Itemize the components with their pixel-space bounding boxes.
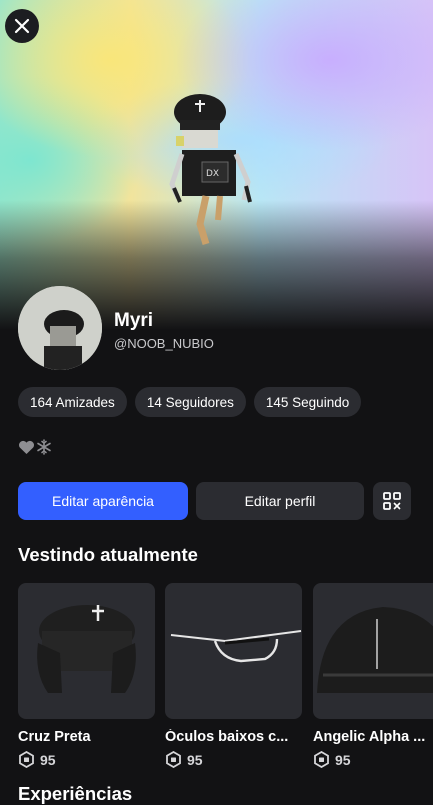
qr-code-icon	[383, 492, 401, 510]
item-name: Angelic Alpha ...	[313, 729, 426, 745]
avatar-headshot-image	[18, 286, 102, 370]
robux-icon	[166, 751, 181, 768]
item-thumbnail	[165, 583, 302, 719]
item-price-value: 95	[335, 751, 351, 768]
item-price-value: 95	[187, 751, 203, 768]
wearing-item[interactable]: Cruz Preta 95	[18, 583, 155, 768]
wearing-item[interactable]: Óculos baixos c... 95	[165, 583, 302, 768]
svg-text:DX: DX	[206, 169, 219, 179]
snowflake-icon	[37, 439, 51, 455]
item-price: 95	[313, 751, 433, 768]
wearing-items-carousel[interactable]: Cruz Preta 95 Óculos baixos c... 95 Ange…	[18, 583, 433, 773]
item-price-value: 95	[40, 751, 56, 768]
avatar-3d-image[interactable]: DX	[160, 92, 270, 252]
wearing-section-title: Vestindo atualmente	[18, 544, 198, 565]
robux-icon	[314, 751, 329, 768]
close-button[interactable]	[5, 9, 39, 43]
friends-count-pill[interactable]: 164 Amizades	[18, 387, 127, 417]
stats-row: 164 Amizades 14 Seguidores 145 Seguindo	[18, 387, 362, 417]
qr-code-button[interactable]	[373, 482, 411, 520]
display-name: Myri	[114, 310, 154, 331]
robux-icon	[19, 751, 34, 768]
item-price: 95	[165, 751, 302, 768]
edit-profile-button[interactable]: Editar perfil	[196, 482, 364, 520]
item-name: Óculos baixos c...	[165, 729, 289, 745]
wearing-item[interactable]: Angelic Alpha ... 95	[313, 583, 433, 768]
item-name: Cruz Preta	[18, 729, 91, 745]
item-thumbnail	[18, 583, 155, 719]
username: @NOOB_NUBIO	[114, 336, 214, 351]
avatar[interactable]	[18, 286, 102, 370]
item-price: 95	[18, 751, 155, 768]
bio	[18, 439, 52, 455]
followers-count-pill[interactable]: 14 Seguidores	[134, 387, 246, 417]
avatar-banner: DX	[0, 0, 433, 330]
item-thumbnail	[313, 583, 433, 719]
heart-icon	[18, 440, 35, 454]
edit-appearance-button[interactable]: Editar aparência	[18, 482, 188, 520]
close-icon	[14, 18, 30, 34]
experiences-section-title: Experiências	[18, 783, 133, 804]
following-count-pill[interactable]: 145 Seguindo	[253, 387, 362, 417]
